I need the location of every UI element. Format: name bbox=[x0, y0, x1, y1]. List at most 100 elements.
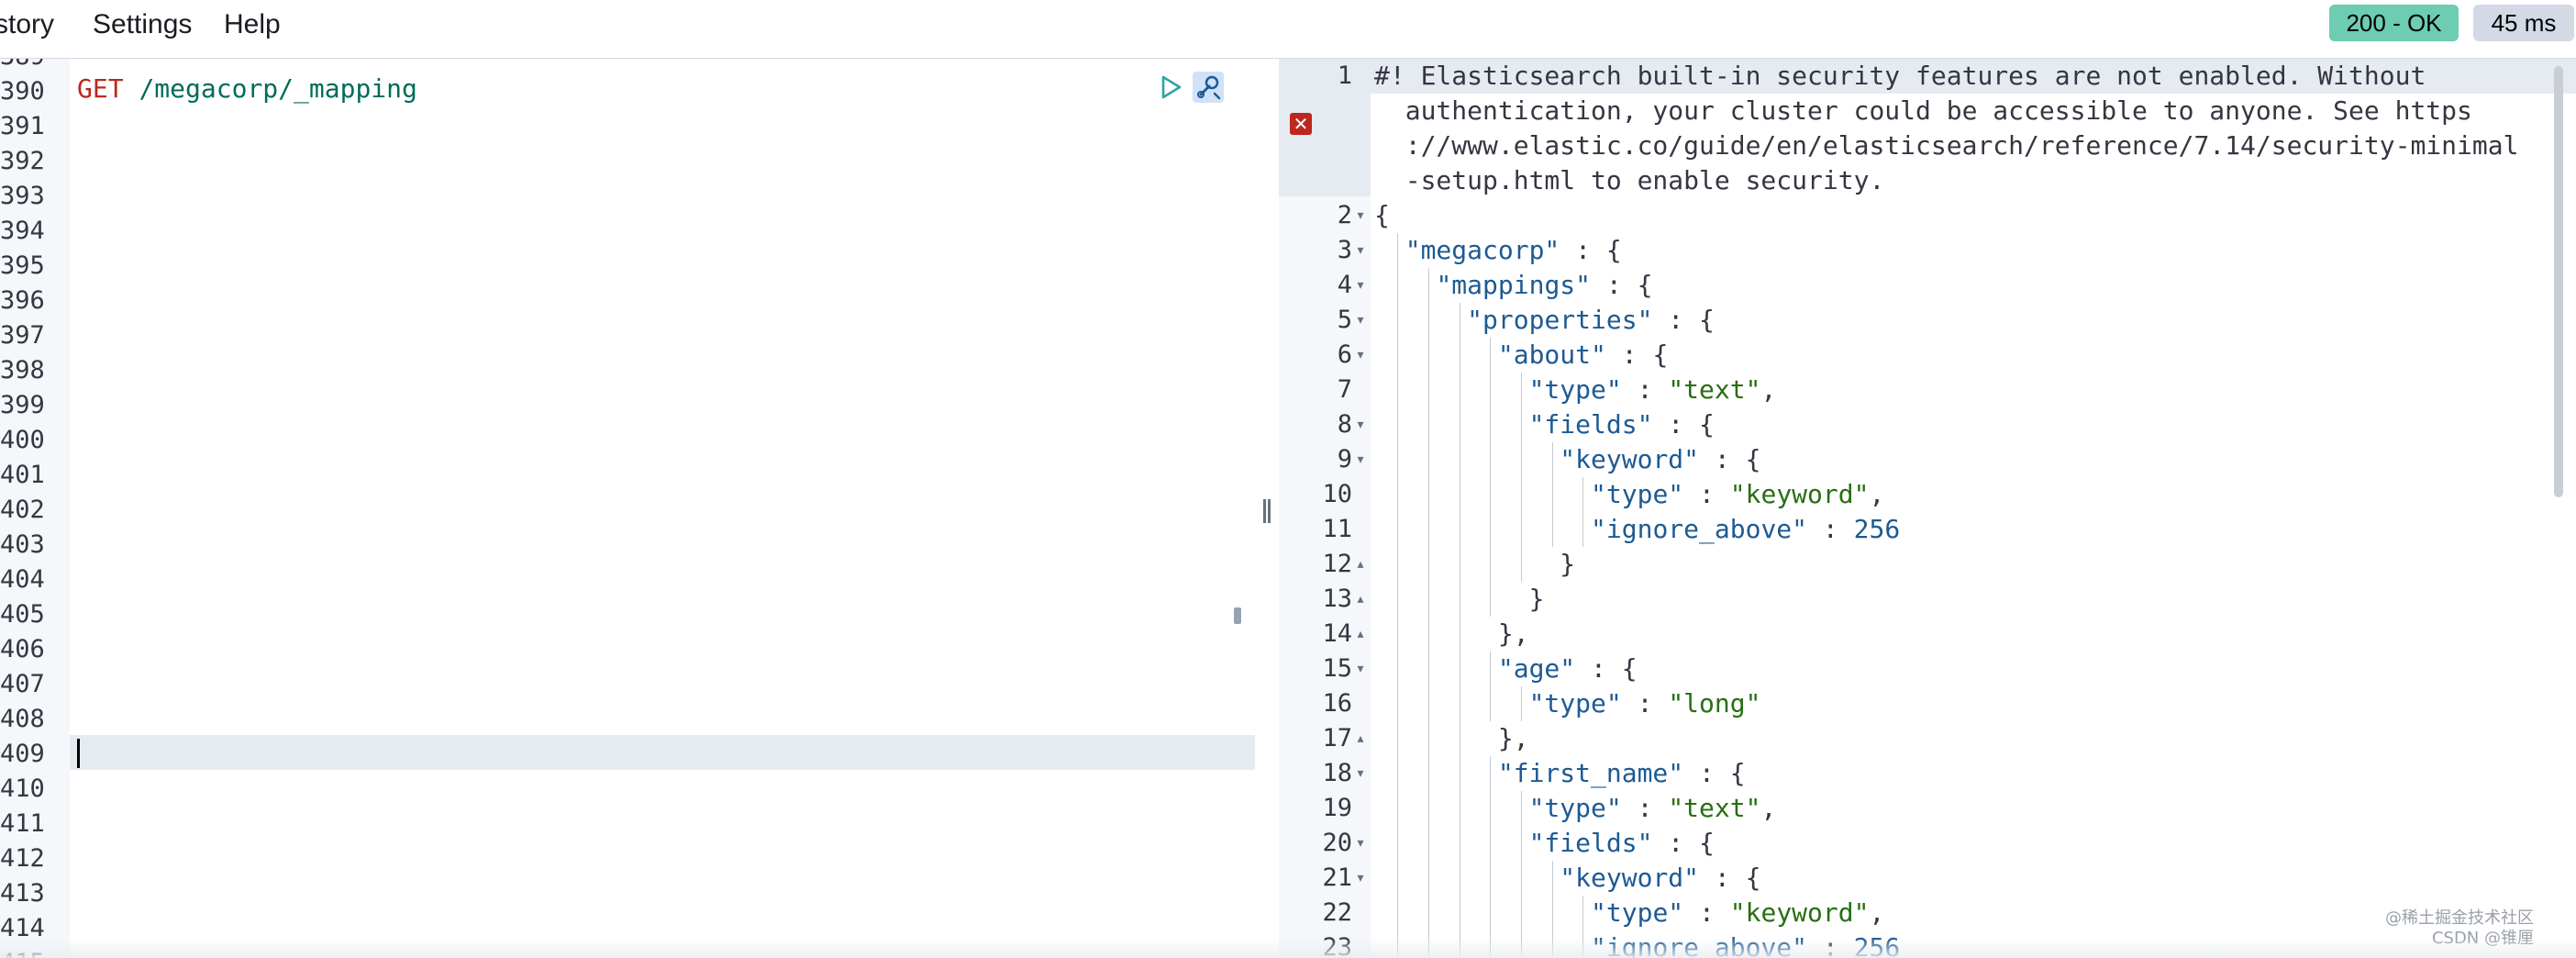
indent-guide bbox=[1551, 512, 1553, 547]
indent-guide bbox=[1427, 791, 1429, 826]
fold-caret-up-icon[interactable]: ▴ bbox=[1354, 721, 1367, 756]
line-number: 405 bbox=[0, 600, 45, 629]
indent-guide bbox=[1521, 861, 1523, 896]
line-number: 18 bbox=[1322, 759, 1352, 787]
menu-history[interactable]: story bbox=[0, 9, 54, 40]
indent-guide bbox=[1490, 896, 1492, 930]
indent-guide bbox=[1490, 652, 1492, 686]
line-number: 411 bbox=[0, 809, 45, 838]
play-icon[interactable] bbox=[1160, 73, 1183, 101]
json-line: "keyword" : { bbox=[1560, 444, 1761, 474]
indent-guide bbox=[1397, 617, 1399, 652]
indent-guide bbox=[1397, 233, 1399, 268]
line-number: 11 bbox=[1322, 515, 1352, 543]
indent-guide bbox=[1427, 686, 1429, 721]
line-number: 3 bbox=[1337, 236, 1352, 264]
indent-guide bbox=[1490, 582, 1492, 617]
bottom-edge bbox=[0, 938, 2576, 958]
line-number: 398 bbox=[0, 356, 45, 384]
fold-caret-down-icon[interactable]: ▾ bbox=[1354, 756, 1367, 791]
fold-caret-down-icon[interactable]: ▾ bbox=[1354, 861, 1367, 896]
line-number: 397 bbox=[0, 321, 45, 350]
wrench-icon[interactable] bbox=[1193, 72, 1224, 103]
fold-caret-down-icon[interactable]: ▾ bbox=[1354, 233, 1367, 268]
indent-guide bbox=[1427, 373, 1429, 407]
fold-caret-down-icon[interactable]: ▾ bbox=[1354, 198, 1367, 233]
indent-guide bbox=[1397, 442, 1399, 477]
line-number: 392 bbox=[0, 147, 45, 175]
indent-guide bbox=[1397, 652, 1399, 686]
line-number: 399 bbox=[0, 391, 45, 419]
fold-caret-down-icon[interactable]: ▾ bbox=[1354, 442, 1367, 477]
indent-guide bbox=[1521, 791, 1523, 826]
indent-guide bbox=[1427, 268, 1429, 303]
fold-caret-down-icon[interactable]: ▾ bbox=[1354, 652, 1367, 686]
indent-guide bbox=[1397, 686, 1399, 721]
indent-guide bbox=[1397, 721, 1399, 756]
fold-caret-up-icon[interactable]: ▴ bbox=[1354, 547, 1367, 582]
fold-caret-down-icon[interactable]: ▾ bbox=[1354, 268, 1367, 303]
line-number: 408 bbox=[0, 705, 45, 733]
line-number: 17 bbox=[1322, 724, 1352, 752]
warning-line: authentication, your cluster could be ac… bbox=[1374, 95, 2472, 126]
indent-guide bbox=[1397, 547, 1399, 582]
indent-guide bbox=[1521, 477, 1523, 512]
indent-guide bbox=[1397, 338, 1399, 373]
indent-guide bbox=[1427, 826, 1429, 861]
line-number: 1 bbox=[1337, 61, 1352, 90]
line-number: 409 bbox=[0, 740, 45, 768]
json-line: "fields" : { bbox=[1528, 409, 1715, 440]
indent-guide bbox=[1551, 442, 1553, 477]
indent-guide bbox=[1397, 582, 1399, 617]
indent-guide bbox=[1551, 896, 1553, 930]
menu-help[interactable]: Help bbox=[224, 9, 281, 40]
fold-caret-up-icon[interactable]: ▴ bbox=[1354, 582, 1367, 617]
indent-guide bbox=[1490, 826, 1492, 861]
json-line: "age" : { bbox=[1497, 653, 1638, 684]
warning-line: -setup.html to enable security. bbox=[1374, 165, 1885, 195]
line-number: 401 bbox=[0, 461, 45, 489]
json-line: "first_name" : { bbox=[1497, 758, 1746, 788]
output-scrollbar[interactable] bbox=[2554, 66, 2563, 497]
active-line-highlight bbox=[70, 735, 1255, 770]
response-output[interactable]: ✕ 1 2 ▾ 3 ▾ 4 ▾ 5 ▾ 6 ▾ 7 8 ▾ 9 ▾ 10 11 12 ▴ 13 ▴ 14 ▴ 15 ▾ 16 17 ▴ 1… bbox=[1279, 59, 2576, 958]
editor-scrollbar[interactable] bbox=[1234, 607, 1241, 624]
indent-guide bbox=[1521, 407, 1523, 442]
json-line: "type" : "keyword", bbox=[1591, 897, 1885, 928]
line-number: 6 bbox=[1337, 340, 1352, 369]
fold-caret-down-icon[interactable]: ▾ bbox=[1354, 407, 1367, 442]
line-number: 394 bbox=[0, 217, 45, 245]
request-editor[interactable]: 389 390 391 392 393 394 395 396 397 398 399 400 401 4… bbox=[0, 59, 1255, 958]
indent-guide bbox=[1582, 896, 1584, 930]
indent-guide bbox=[1397, 373, 1399, 407]
fold-caret-down-icon[interactable]: ▾ bbox=[1354, 826, 1367, 861]
splitter-handle-icon[interactable] bbox=[1261, 499, 1272, 523]
indent-guide bbox=[1397, 268, 1399, 303]
line-number: 15 bbox=[1322, 654, 1352, 683]
top-menu-bar: story Settings Help 200 - OK 45 ms bbox=[0, 0, 2576, 59]
line-number: 20 bbox=[1322, 829, 1352, 857]
line-number: 4 bbox=[1337, 271, 1352, 299]
indent-guide bbox=[1427, 896, 1429, 930]
fold-caret-up-icon[interactable]: ▴ bbox=[1354, 617, 1367, 652]
indent-guide bbox=[1490, 407, 1492, 442]
indent-guide bbox=[1582, 512, 1584, 547]
error-icon[interactable]: ✕ bbox=[1290, 113, 1312, 135]
indent-guide bbox=[1490, 477, 1492, 512]
request-line[interactable]: GET /megacorp/_mapping bbox=[77, 72, 417, 106]
indent-guide bbox=[1397, 477, 1399, 512]
indent-guide bbox=[1490, 442, 1492, 477]
indent-guide bbox=[1521, 826, 1523, 861]
fold-caret-down-icon[interactable]: ▾ bbox=[1354, 303, 1367, 338]
line-number: 21 bbox=[1322, 863, 1352, 892]
line-number: 404 bbox=[0, 565, 45, 594]
text-cursor bbox=[77, 739, 80, 768]
pane-splitter[interactable] bbox=[1255, 59, 1279, 958]
line-number: 2 bbox=[1337, 201, 1352, 229]
fold-caret-down-icon[interactable]: ▾ bbox=[1354, 338, 1367, 373]
line-number: 10 bbox=[1322, 480, 1352, 508]
indent-guide bbox=[1490, 512, 1492, 547]
menu-settings[interactable]: Settings bbox=[93, 9, 192, 40]
line-number: 12 bbox=[1322, 550, 1352, 578]
json-line: "keyword" : { bbox=[1560, 863, 1761, 893]
